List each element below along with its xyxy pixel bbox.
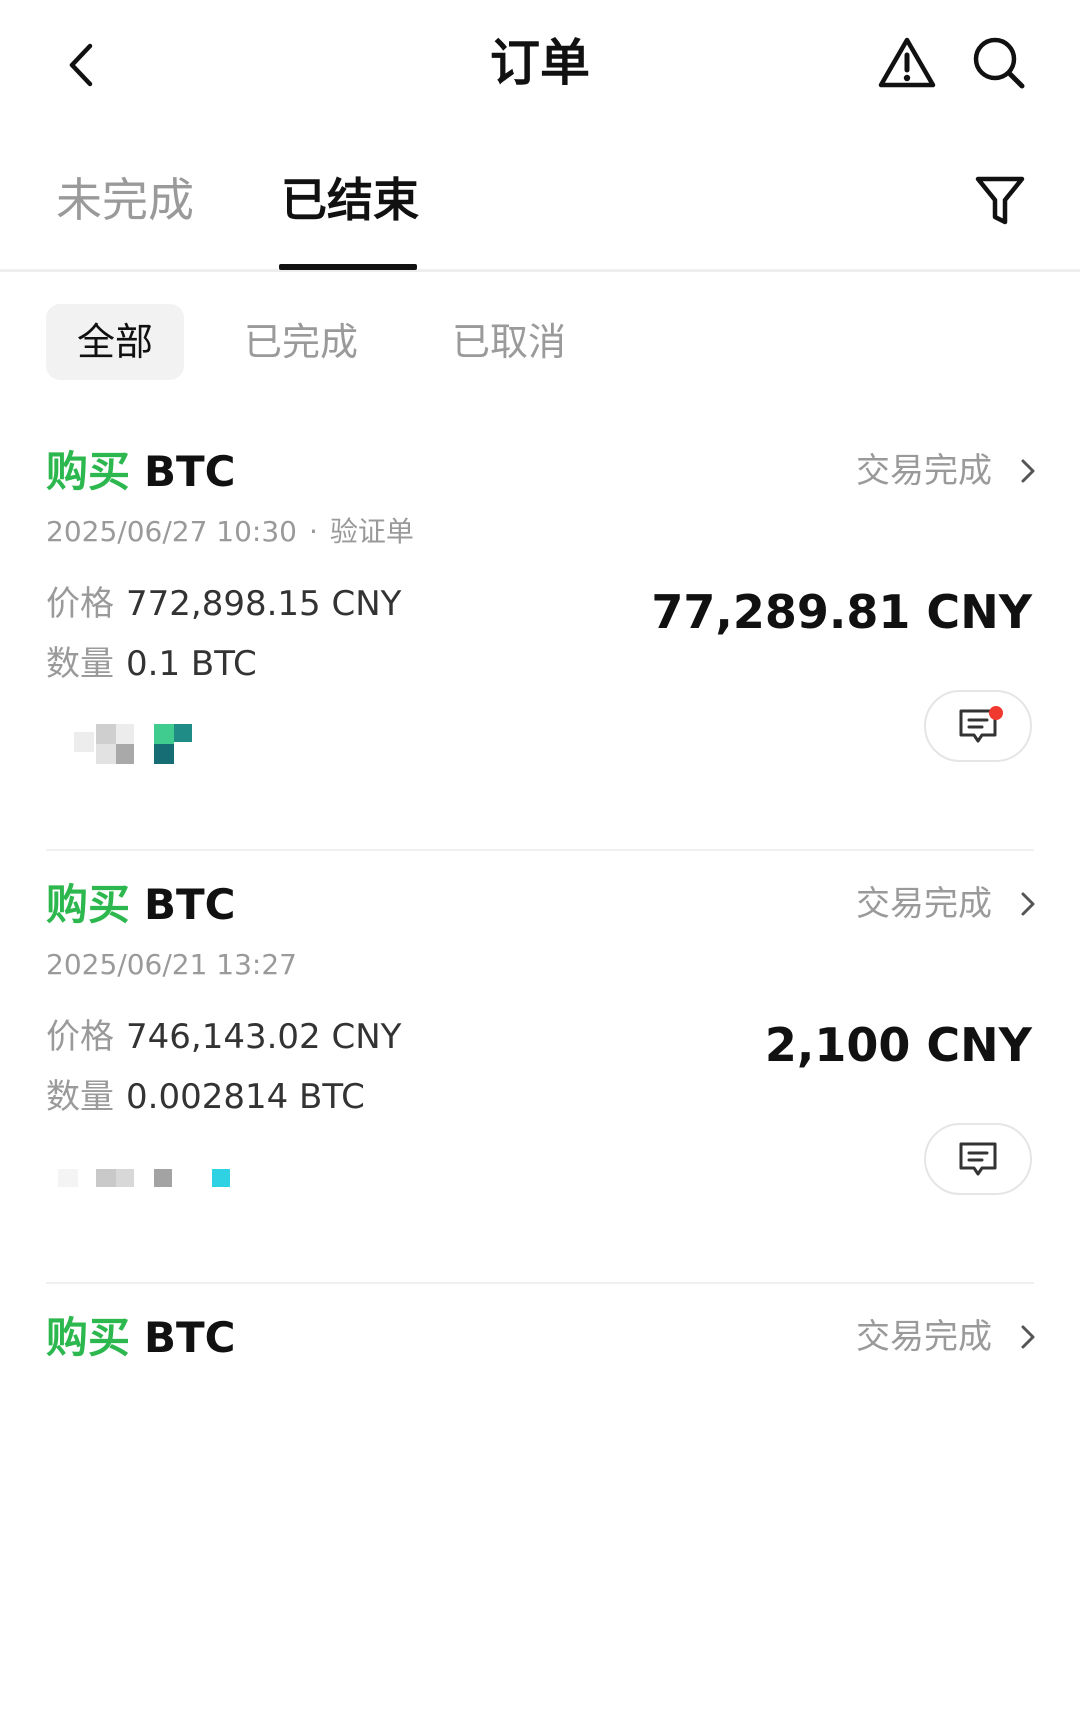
order-title: 购买 BTC xyxy=(46,1310,236,1366)
order-status: 交易完成 xyxy=(856,451,992,491)
warning-button[interactable] xyxy=(872,28,942,98)
order-quantity-row: 数量 0.1 BTC xyxy=(46,640,257,688)
order-side: 购买 xyxy=(46,1313,131,1362)
price-value: 772,898.15 CNY xyxy=(126,584,402,624)
chat-button[interactable] xyxy=(924,1123,1032,1195)
filter-icon xyxy=(975,176,1025,225)
order-datetime: 2025/06/21 13:27 xyxy=(46,948,297,981)
chevron-right-icon xyxy=(1021,892,1035,916)
order-status-link[interactable]: 交易完成 xyxy=(856,446,1036,496)
chat-button[interactable] xyxy=(924,690,1032,762)
order-datetime: 2025/06/27 10:30 xyxy=(46,515,297,548)
search-button[interactable] xyxy=(964,28,1034,98)
top-bar: 订单 xyxy=(0,0,1080,130)
chevron-right-icon xyxy=(1021,459,1035,483)
tab-pending[interactable]: 未完成 xyxy=(56,168,194,232)
subtab-cancelled[interactable]: 已取消 xyxy=(452,304,566,380)
order-status-link[interactable]: 交易完成 xyxy=(856,879,1036,929)
meta-separator: · xyxy=(308,515,318,548)
order-status: 交易完成 xyxy=(856,1317,992,1357)
order-tag: 验证单 xyxy=(329,515,414,548)
order-price-row: 价格 772,898.15 CNY xyxy=(46,580,401,628)
tab-ended[interactable]: 已结束 xyxy=(281,168,419,232)
order-status: 交易完成 xyxy=(856,884,992,924)
back-button[interactable] xyxy=(50,30,114,100)
order-side: 购买 xyxy=(46,447,131,496)
active-tab-indicator xyxy=(279,264,417,270)
price-label: 价格 xyxy=(46,1017,114,1057)
unread-dot xyxy=(989,706,1003,720)
subtab-completed[interactable]: 已完成 xyxy=(244,304,358,380)
price-value: 746,143.02 CNY xyxy=(126,1017,402,1057)
redacted-counterparty xyxy=(58,724,278,768)
sub-filter-tabs: 全部 已完成 已取消 xyxy=(0,304,1080,384)
order-total: 77,289.81 CNY xyxy=(651,585,1032,639)
quantity-value: 0.002814 BTC xyxy=(126,1077,365,1117)
order-card[interactable]: 购买 BTC 交易完成 2025/06/21 13:27 价格 746,143.02… xyxy=(0,851,1080,1284)
chevron-right-icon xyxy=(1021,1325,1035,1349)
order-price-row: 价格 746,143.02 CNY xyxy=(46,1013,401,1061)
quantity-label: 数量 xyxy=(46,644,114,684)
order-status-link[interactable]: 交易完成 xyxy=(856,1312,1036,1362)
filter-button[interactable] xyxy=(962,166,1038,236)
order-quantity-row: 数量 0.002814 BTC xyxy=(46,1073,365,1121)
order-meta: 2025/06/21 13:27 xyxy=(46,945,297,985)
chevron-left-icon xyxy=(69,43,93,87)
order-title: 购买 BTC xyxy=(46,444,236,500)
order-asset: BTC xyxy=(144,1313,236,1362)
quantity-label: 数量 xyxy=(46,1077,114,1117)
search-icon xyxy=(973,37,1025,89)
order-title: 购买 BTC xyxy=(46,877,236,933)
order-total: 2,100 CNY xyxy=(764,1018,1032,1072)
order-meta: 2025/06/27 10:30 · 验证单 xyxy=(46,512,414,552)
chat-message-icon xyxy=(959,1142,997,1176)
order-status-tabs: 未完成 已结束 xyxy=(0,150,1080,272)
order-asset: BTC xyxy=(144,880,236,929)
warning-triangle-icon xyxy=(878,37,936,88)
quantity-value: 0.1 BTC xyxy=(126,644,257,684)
subtab-all[interactable]: 全部 xyxy=(46,304,184,380)
order-card[interactable]: 购买 BTC 交易完成 xyxy=(0,1284,1080,1717)
order-card[interactable]: 购买 BTC 交易完成 2025/06/27 10:30 · 验证单 价格 772,89… xyxy=(0,418,1080,851)
redacted-counterparty xyxy=(58,1157,278,1201)
order-side: 购买 xyxy=(46,880,131,929)
price-label: 价格 xyxy=(46,584,114,624)
order-asset: BTC xyxy=(144,447,236,496)
